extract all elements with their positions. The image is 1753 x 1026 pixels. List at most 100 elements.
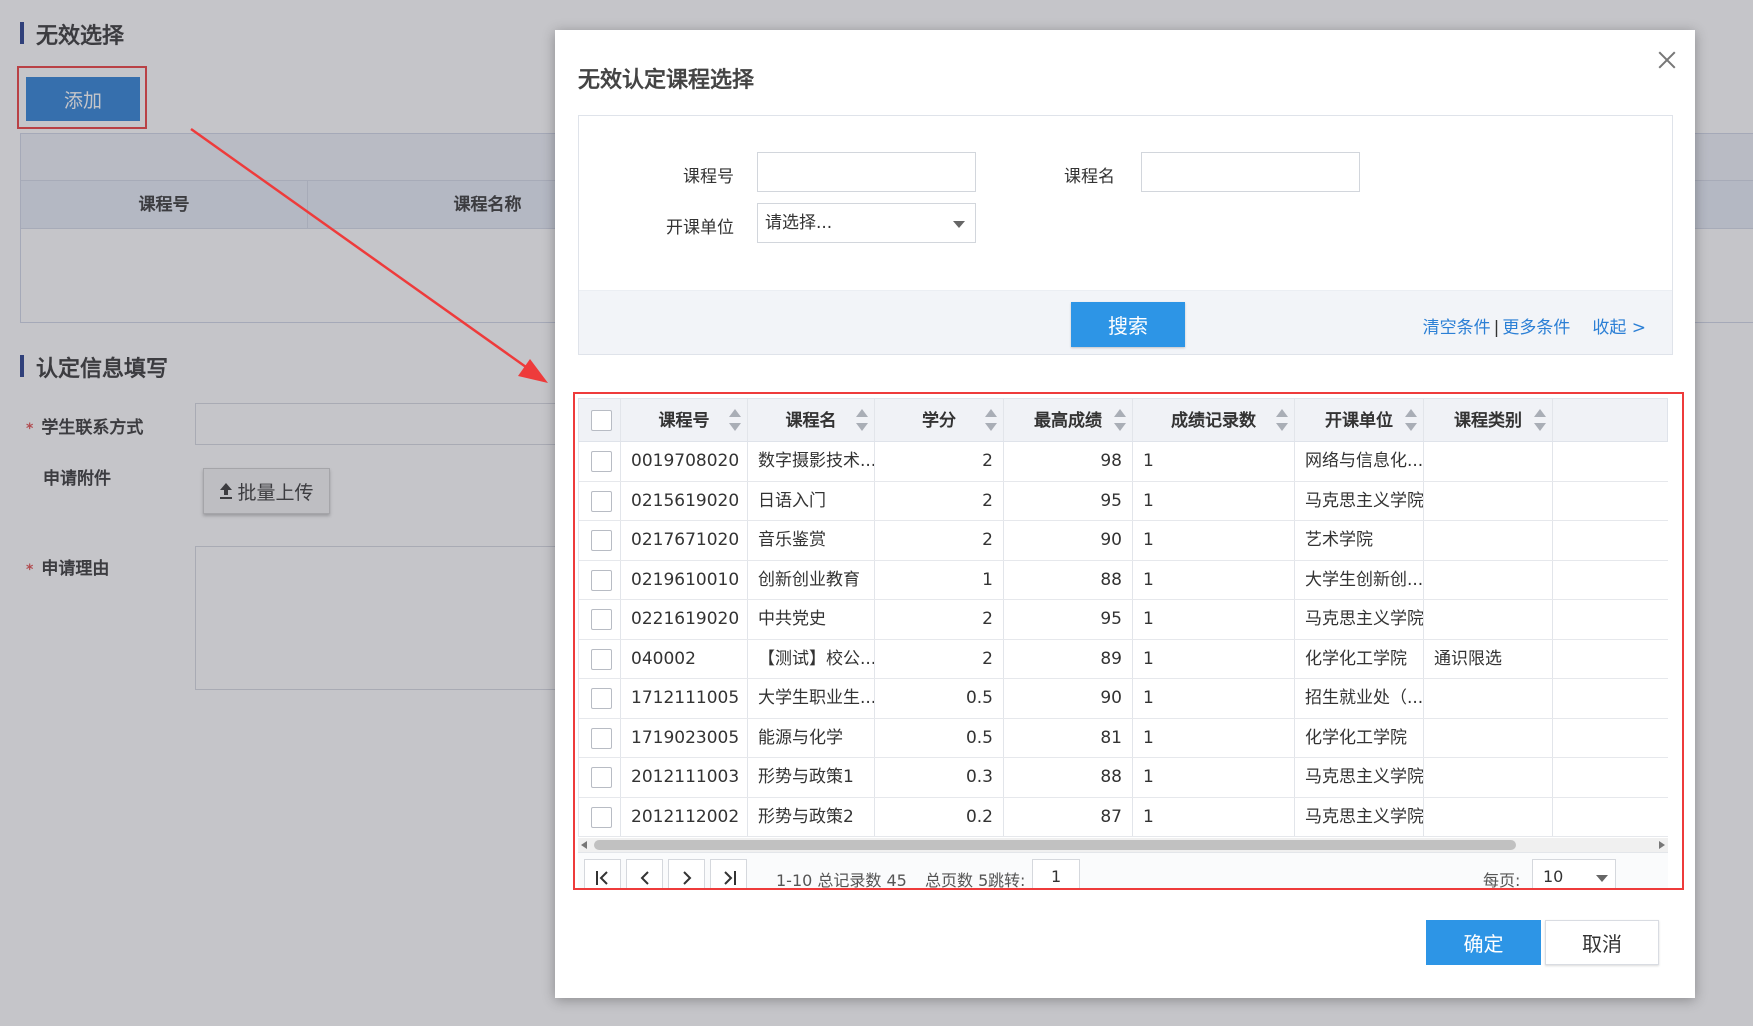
course-no-input[interactable] <box>757 152 976 192</box>
last-page-button[interactable] <box>710 859 747 888</box>
select-all-checkbox[interactable] <box>591 410 612 431</box>
jump-page-input[interactable]: 1 <box>1032 859 1080 888</box>
more-conditions-link[interactable]: 更多条件 <box>1502 318 1570 338</box>
header-course-type[interactable]: 课程类别 <box>1424 399 1553 441</box>
row-checkbox[interactable] <box>591 451 612 472</box>
sort-icon[interactable] <box>985 409 997 433</box>
cell-dept: 化学化工学院 <box>1295 718 1424 757</box>
search-panel: 课程号 课程名 开课单位 请选择... 搜索 清空条件 | 更多条件 收起 > <box>578 115 1673 355</box>
cell-credit: 2 <box>875 600 1004 639</box>
row-checkbox[interactable] <box>591 806 612 828</box>
scroll-left-icon[interactable] <box>581 841 587 849</box>
scroll-right-icon[interactable] <box>1659 841 1665 849</box>
cell-max-score: 88 <box>1004 758 1133 797</box>
cell-record-count: 1 <box>1133 718 1295 757</box>
cell-course-type <box>1424 521 1553 560</box>
pagination: 1-10 总记录数 45 总页数 5 跳转: 1 每页: 10 <box>578 852 1668 888</box>
sort-icon[interactable] <box>729 409 741 433</box>
header-record-count[interactable]: 成绩记录数 <box>1133 399 1295 441</box>
row-checkbox-cell <box>579 758 621 797</box>
cell-credit: 0.2 <box>875 797 1004 836</box>
cell-course-type <box>1424 797 1553 836</box>
cell-course-name: 音乐鉴赏 <box>748 521 875 560</box>
row-checkbox-cell <box>579 521 621 560</box>
row-checkbox[interactable] <box>591 688 612 709</box>
cell-course-type <box>1424 481 1553 520</box>
sort-icon[interactable] <box>1276 409 1288 433</box>
cell-record-count: 1 <box>1133 481 1295 520</box>
search-button[interactable]: 搜索 <box>1071 302 1185 347</box>
grid-body: 0019708020 数字摄影技术... 2 98 1 网络与信息化... 02156190… <box>578 442 1668 837</box>
table-row[interactable]: 1719023005 能源与化学 0.5 81 1 化学化工学院 <box>578 718 1668 758</box>
cell-course-no: 2012112002 <box>621 797 748 836</box>
table-row[interactable]: 1712111005 大学生职业生... 0.5 90 1 招生就业处（... <box>578 679 1668 719</box>
cell-credit: 2 <box>875 521 1004 560</box>
table-row[interactable]: 040002 【测试】校公... 2 89 1 化学化工学院 通识限选 <box>578 639 1668 679</box>
table-row[interactable]: 2012112002 形势与政策2 0.2 87 1 马克思主义学院 <box>578 797 1668 837</box>
dept-select[interactable]: 请选择... <box>757 203 976 243</box>
header-course-no[interactable]: 课程号 <box>621 399 748 441</box>
dept-label: 开课单位 <box>666 218 734 238</box>
table-row[interactable]: 0019708020 数字摄影技术... 2 98 1 网络与信息化... <box>578 442 1668 482</box>
prev-page-button[interactable] <box>626 859 663 888</box>
per-page-select[interactable]: 10 <box>1532 859 1616 888</box>
row-checkbox-cell <box>579 560 621 599</box>
cell-max-score: 90 <box>1004 679 1133 718</box>
row-checkbox[interactable] <box>591 767 612 788</box>
cell-max-score: 81 <box>1004 718 1133 757</box>
first-page-button[interactable] <box>584 859 621 888</box>
cell-course-no: 1712111005 <box>621 679 748 718</box>
cell-course-type: 通识限选 <box>1424 639 1553 678</box>
pages-info: 总页数 5 <box>925 871 989 888</box>
row-checkbox[interactable] <box>591 569 612 591</box>
close-icon[interactable] <box>1655 48 1679 72</box>
cell-course-no: 0217671020 <box>621 521 748 560</box>
cell-record-count: 1 <box>1133 442 1295 481</box>
table-row[interactable]: 0219610010 创新创业教育 1 88 1 大学生创新创... <box>578 560 1668 600</box>
cell-credit: 0.5 <box>875 679 1004 718</box>
sort-icon[interactable] <box>1534 409 1546 433</box>
header-max-score[interactable]: 最高成绩 <box>1004 399 1133 441</box>
row-checkbox[interactable] <box>591 530 612 551</box>
sort-icon[interactable] <box>1114 409 1126 433</box>
cell-course-type <box>1424 718 1553 757</box>
cell-dept: 网络与信息化... <box>1295 442 1424 481</box>
cell-record-count: 1 <box>1133 600 1295 639</box>
per-page-label: 每页: <box>1483 871 1521 888</box>
table-row[interactable]: 0215619020 日语入门 2 95 1 马克思主义学院 <box>578 481 1668 521</box>
sort-icon[interactable] <box>856 409 868 433</box>
cell-record-count: 1 <box>1133 521 1295 560</box>
cell-credit: 0.3 <box>875 758 1004 797</box>
header-course-name[interactable]: 课程名 <box>748 399 875 441</box>
clear-conditions-link[interactable]: 清空条件 <box>1423 318 1491 338</box>
row-checkbox[interactable] <box>591 648 612 670</box>
cell-course-type <box>1424 600 1553 639</box>
header-credit[interactable]: 学分 <box>875 399 1004 441</box>
link-separator: | <box>1493 318 1500 338</box>
course-select-modal: 无效认定课程选择 课程号 课程名 开课单位 请选择... 搜索 清空条件 | 更多条… <box>555 30 1695 998</box>
cancel-button[interactable]: 取消 <box>1545 920 1659 965</box>
next-page-button[interactable] <box>668 859 705 888</box>
sort-icon[interactable] <box>1405 409 1417 433</box>
header-dept[interactable]: 开课单位 <box>1295 399 1424 441</box>
cell-course-name: 【测试】校公... <box>748 639 875 678</box>
search-links: 清空条件 | 更多条件 收起 > <box>1423 313 1646 338</box>
cell-credit: 2 <box>875 481 1004 520</box>
chevron-left-icon <box>640 871 649 885</box>
scrollbar-thumb[interactable] <box>594 840 1516 850</box>
table-row[interactable]: 0217671020 音乐鉴赏 2 90 1 艺术学院 <box>578 521 1668 561</box>
row-checkbox[interactable] <box>591 727 612 749</box>
confirm-button[interactable]: 确定 <box>1426 920 1541 965</box>
cell-course-name: 中共党史 <box>748 600 875 639</box>
table-row[interactable]: 2012111003 形势与政策1 0.3 88 1 马克思主义学院 <box>578 758 1668 798</box>
cell-credit: 1 <box>875 560 1004 599</box>
course-name-input[interactable] <box>1141 152 1360 192</box>
collapse-link[interactable]: 收起 > <box>1592 318 1646 338</box>
row-checkbox[interactable] <box>591 490 612 512</box>
table-row[interactable]: 0221619020 中共党史 2 95 1 马克思主义学院 <box>578 600 1668 640</box>
cell-max-score: 89 <box>1004 639 1133 678</box>
dept-select-value: 请选择... <box>765 213 833 233</box>
row-checkbox[interactable] <box>591 609 612 630</box>
horizontal-scrollbar[interactable] <box>578 838 1668 852</box>
cell-course-no: 0221619020 <box>621 600 748 639</box>
